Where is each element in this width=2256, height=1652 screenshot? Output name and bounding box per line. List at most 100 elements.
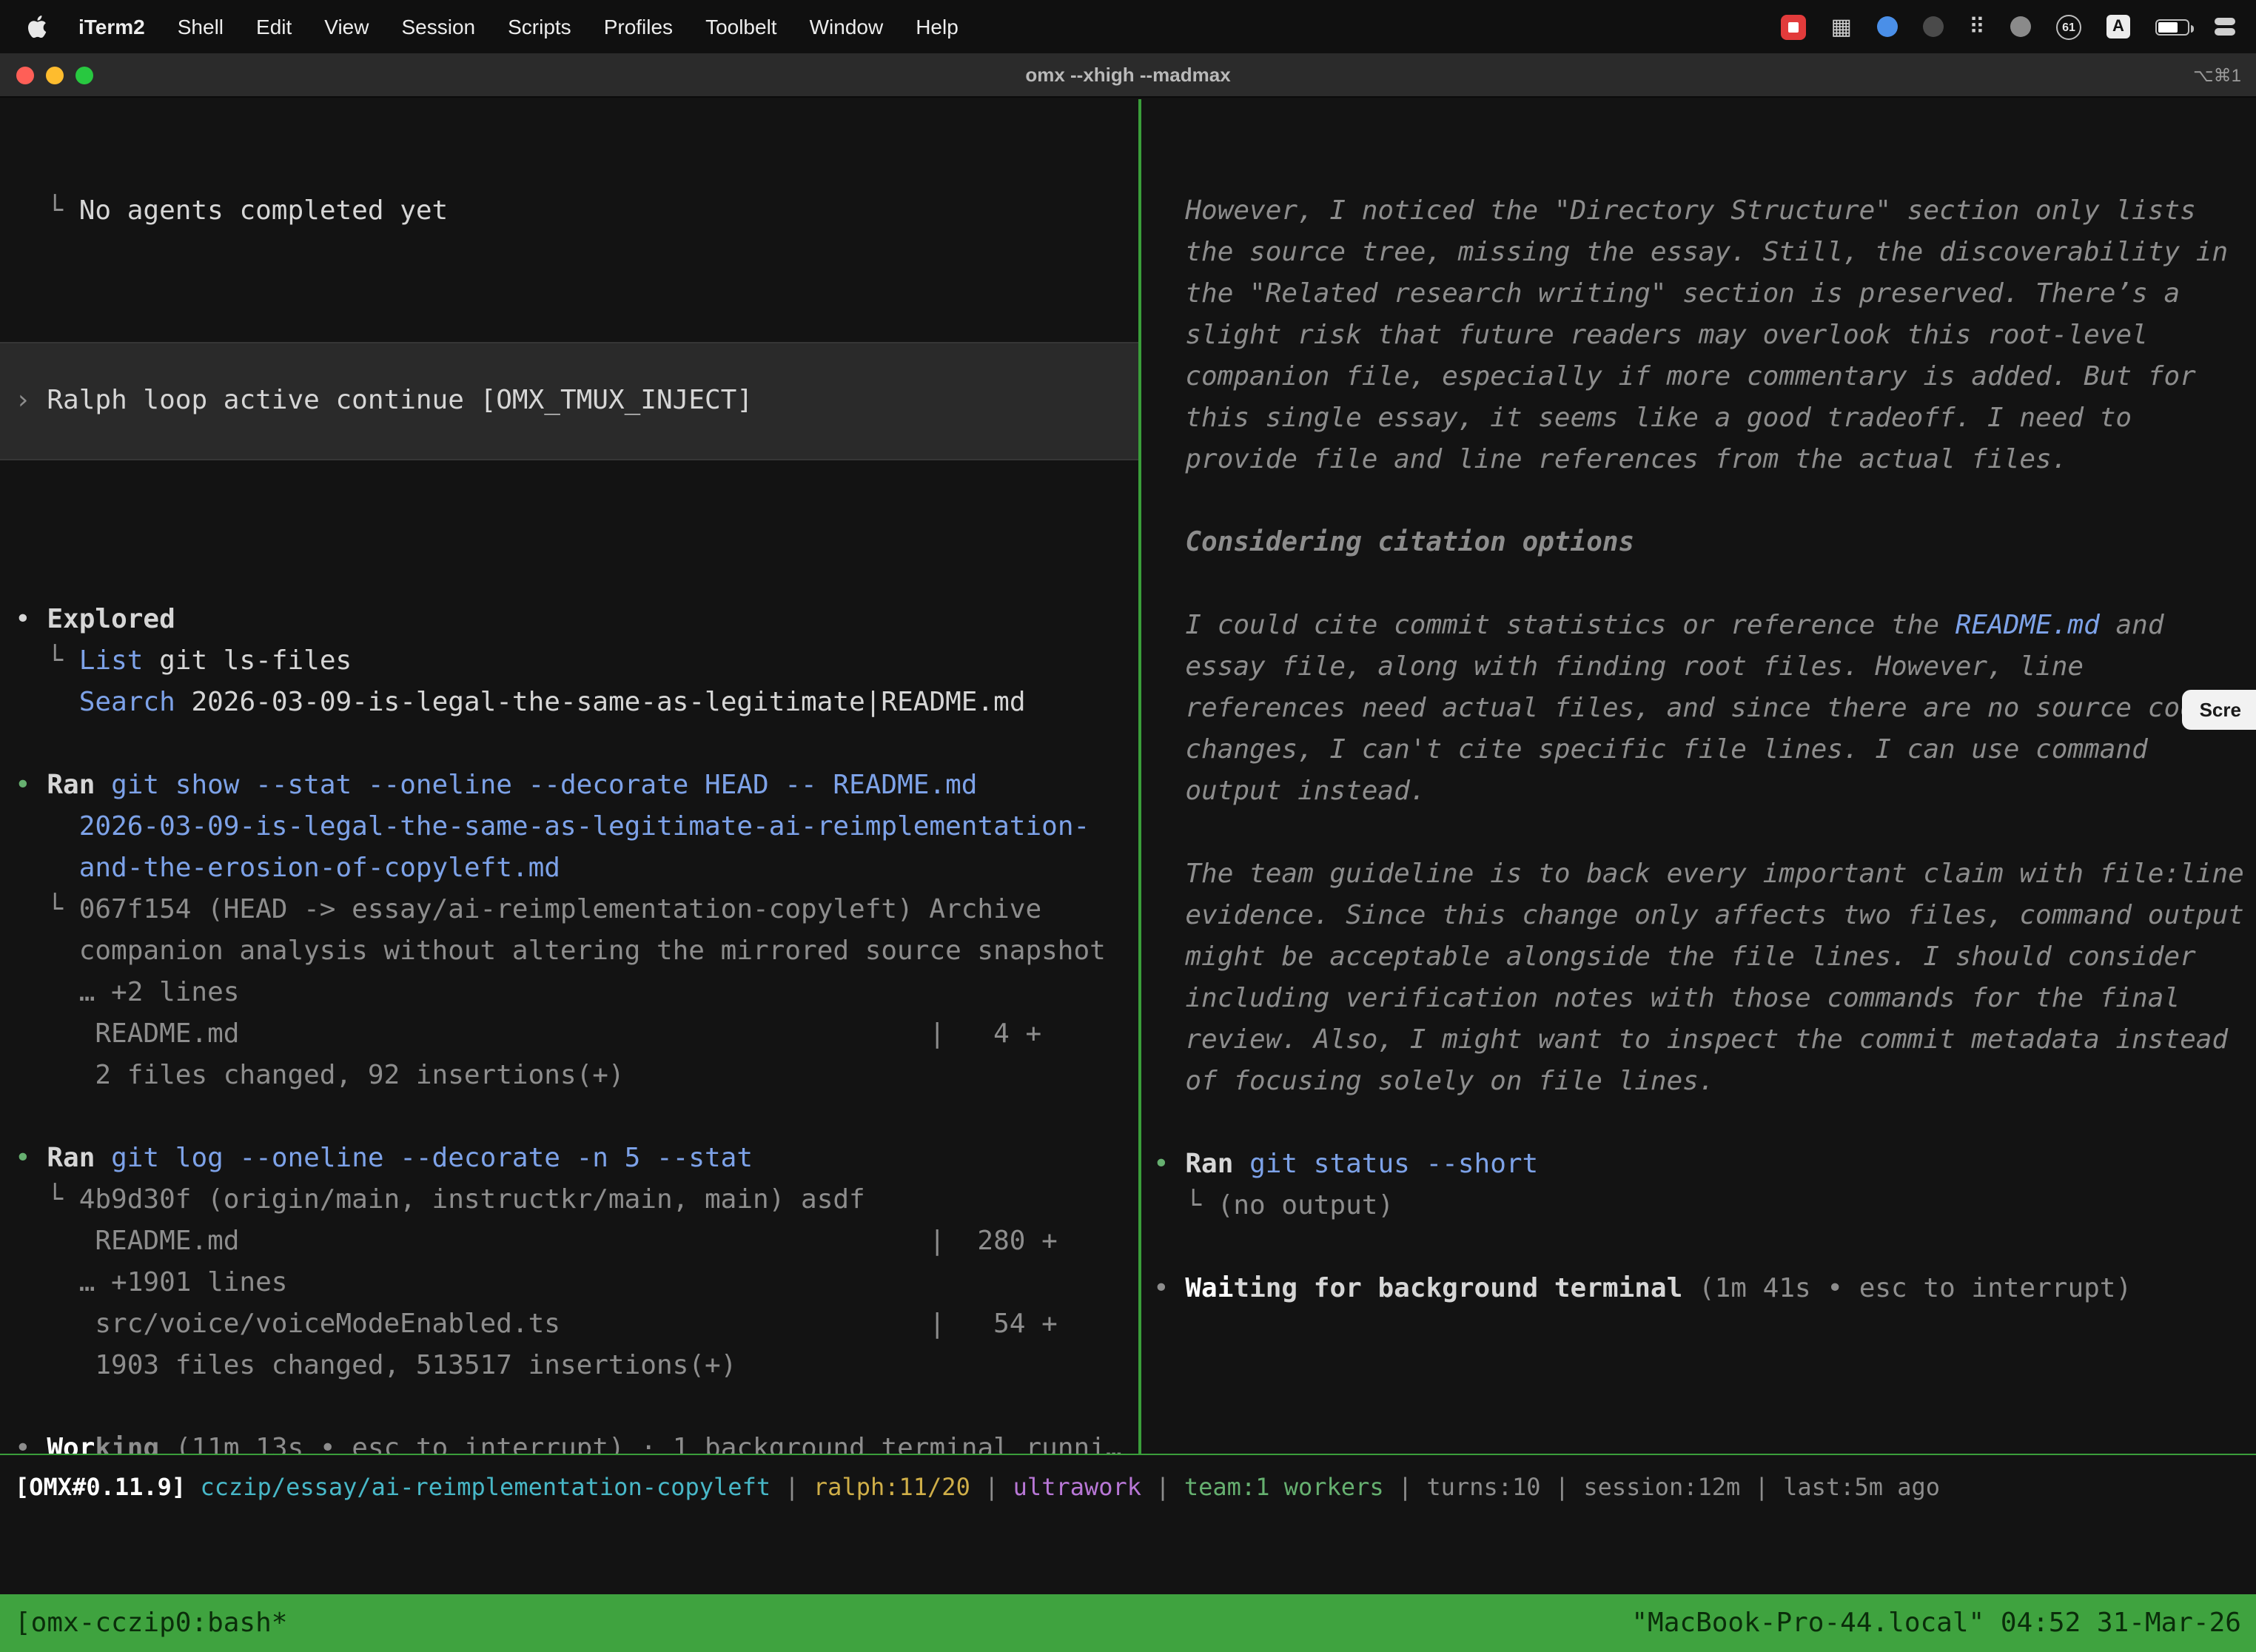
terminal-line: • Explored (15, 600, 1138, 641)
menu-view[interactable]: View (308, 15, 385, 38)
app-status-dark-icon[interactable] (1923, 16, 1944, 37)
menu-toolbelt[interactable]: Toolbelt (689, 15, 793, 38)
terminal-line (1153, 481, 2256, 523)
right-terminal-pane[interactable]: However, I noticed the "Directory Struct… (1141, 99, 2256, 1454)
terminal-line: essay file, along with finding root file… (1153, 647, 2256, 688)
terminal-line (1153, 1227, 2256, 1269)
terminal-line: README.md | 280 + (15, 1221, 1138, 1263)
terminal-line: Considering citation options (1153, 523, 2256, 564)
terminal-line: slight risk that future readers may over… (1153, 315, 2256, 357)
menu-profiles[interactable]: Profiles (588, 15, 689, 38)
screen: iTerm2 Shell Edit View Session Scripts P… (0, 0, 2256, 1652)
terminal-line (1153, 813, 2256, 854)
tmux-session-window-label[interactable]: [omx-cczip0:bash* (15, 1608, 287, 1639)
terminal-line: including verification notes with those … (1153, 978, 2256, 1020)
screen-share-tooltip: Scre (2182, 690, 2256, 730)
battery-icon[interactable] (2155, 19, 2189, 35)
terminal-line: • Ran git status --short (1153, 1144, 2256, 1186)
terminal-line: [OMX#0.11.9] cczip/essay/ai-reimplementa… (15, 1473, 2256, 1514)
terminal-line: companion analysis without altering the … (15, 931, 1138, 973)
terminal-line (1153, 564, 2256, 605)
terminal-line: companion file, especially if more comme… (1153, 357, 2256, 398)
apple-logo-icon (27, 15, 47, 38)
left-agent-log: • Explored └ List git ls-files Search 20… (0, 600, 1138, 1454)
ralph-loop-banner: › Ralph loop active continue [OMX_TMUX_I… (0, 342, 1138, 460)
terminal-line: • Ran git show --stat --oneline --decora… (15, 765, 1138, 807)
control-center-icon[interactable] (2215, 18, 2235, 36)
left-terminal-pane[interactable]: └ No agents completed yet › Ralph loop a… (0, 99, 1138, 1454)
terminal-line: └ No agents completed yet (15, 191, 1138, 232)
terminal-line: src/voice/voiceModeEnabled.ts | 54 + (15, 1304, 1138, 1346)
terminal-line: The team guideline is to back every impo… (1153, 854, 2256, 896)
window-title-bar[interactable]: omx --xhigh --madmax ⌥⌘1 (0, 53, 2256, 98)
battery-percent-label: 61 (2062, 20, 2075, 33)
window-hotkey-badge: ⌥⌘1 (2193, 64, 2256, 85)
terminal-line: • Waiting for background terminal (1m 41… (1153, 1269, 2256, 1310)
terminal-line: └ (no output) (1153, 1186, 2256, 1227)
screen-share-tooltip-label: Scre (2200, 699, 2241, 721)
terminal-line: might be acceptable alongside the file l… (1153, 937, 2256, 978)
screen-recording-indicator-icon[interactable] (1781, 14, 1806, 39)
input-source-icon[interactable]: A (2106, 15, 2130, 38)
zoom-window-button[interactable] (75, 66, 93, 84)
battery-percent-gauge-icon[interactable]: 61 (2056, 14, 2081, 39)
menu-session[interactable]: Session (385, 15, 491, 38)
terminal-line: the "Related research writing" section i… (1153, 274, 2256, 315)
terminal-line (15, 724, 1138, 765)
tmux-panes: └ No agents completed yet › Ralph loop a… (0, 99, 2256, 1454)
tmux-host-time-label: "MacBook-Pro-44.local" 04:52 31-Mar-26 (1631, 1608, 2241, 1639)
app-status-blue-icon[interactable] (1877, 16, 1898, 37)
omx-status-line: [OMX#0.11.9] cczip/essay/ai-reimplementa… (0, 1473, 2256, 1514)
menu-iterm2[interactable]: iTerm2 (62, 15, 161, 38)
tmux-status-bar: [omx-cczip0:bash* "MacBook-Pro-44.local"… (0, 1594, 2256, 1652)
menu-edit[interactable]: Edit (240, 15, 308, 38)
terminal-line: › Ralph loop active continue [OMX_TMUX_I… (15, 380, 753, 422)
terminal-line: 1903 files changed, 513517 insertions(+) (15, 1346, 1138, 1387)
terminal-line: … +1901 lines (15, 1263, 1138, 1304)
right-prompt-input[interactable]: › Improve documentation in @filename (1141, 1433, 2256, 1454)
app-status-gray-icon[interactable] (2010, 16, 2031, 37)
window-title: omx --xhigh --madmax (0, 64, 2256, 86)
menu-help[interactable]: Help (899, 15, 975, 38)
terminal-line: I could cite commit statistics or refere… (1153, 605, 2256, 647)
terminal-line: evidence. Since this change only affects… (1153, 896, 2256, 937)
terminal-line: However, I noticed the "Directory Struct… (1153, 191, 2256, 232)
terminal-line: • Ran git log --oneline --decorate -n 5 … (15, 1138, 1138, 1180)
terminal-line: 2026-03-09-is-legal-the-same-as-legitima… (15, 807, 1138, 848)
menu-scripts[interactable]: Scripts (491, 15, 588, 38)
terminal-line (1153, 1103, 2256, 1144)
window-manager-icon[interactable]: ▦ (1831, 13, 1852, 40)
terminal-line: README.md | 4 + (15, 1014, 1138, 1055)
terminal-line: └ List git ls-files (15, 641, 1138, 682)
terminal-line: provide file and line references from th… (1153, 440, 2256, 481)
right-agent-log: However, I noticed the "Directory Struct… (1141, 191, 2256, 1310)
minimize-window-button[interactable] (46, 66, 64, 84)
terminal-line: … +2 lines (15, 973, 1138, 1014)
menubar-status-icons: ▦ ⠿ 61 A (1781, 13, 2235, 40)
terminal-line: changes, I can't cite specific file line… (1153, 730, 2256, 771)
terminal-line: this single essay, it seems like a good … (1153, 398, 2256, 440)
app-grid-icon[interactable]: ⠿ (1969, 13, 1985, 40)
terminal-line: review. Also, I might want to inspect th… (1153, 1020, 2256, 1061)
terminal-line: references need actual files, and since … (1153, 688, 2256, 730)
terminal-line: the source tree, missing the essay. Stil… (1153, 232, 2256, 274)
window-controls (0, 66, 93, 84)
menu-shell[interactable]: Shell (161, 15, 240, 38)
apple-menu[interactable] (21, 15, 62, 38)
left-scrollback-top: └ No agents completed yet (0, 191, 1138, 232)
terminal-line: └ 4b9d30f (origin/main, instructkr/main,… (15, 1180, 1138, 1221)
terminal-line (15, 1097, 1138, 1138)
terminal-line: and-the-erosion-of-copyleft.md (15, 848, 1138, 890)
close-window-button[interactable] (16, 66, 34, 84)
macos-menu-bar: iTerm2 Shell Edit View Session Scripts P… (0, 0, 2256, 53)
terminal-line: └ 067f154 (HEAD -> essay/ai-reimplementa… (15, 890, 1138, 931)
omx-status-row: [OMX#0.11.9] cczip/essay/ai-reimplementa… (0, 1455, 2256, 1594)
terminal-line: output instead. (1153, 771, 2256, 813)
terminal-line: • Working (11m 13s • esc to interrupt) ·… (15, 1428, 1138, 1454)
menu-window[interactable]: Window (793, 15, 900, 38)
terminal-line: 2 files changed, 92 insertions(+) (15, 1055, 1138, 1097)
terminal-line: Search 2026-03-09-is-legal-the-same-as-l… (15, 682, 1138, 724)
terminal-line: of focusing solely on file lines. (1153, 1061, 2256, 1103)
terminal-area: └ No agents completed yet › Ralph loop a… (0, 99, 2256, 1594)
terminal-line (15, 1387, 1138, 1428)
